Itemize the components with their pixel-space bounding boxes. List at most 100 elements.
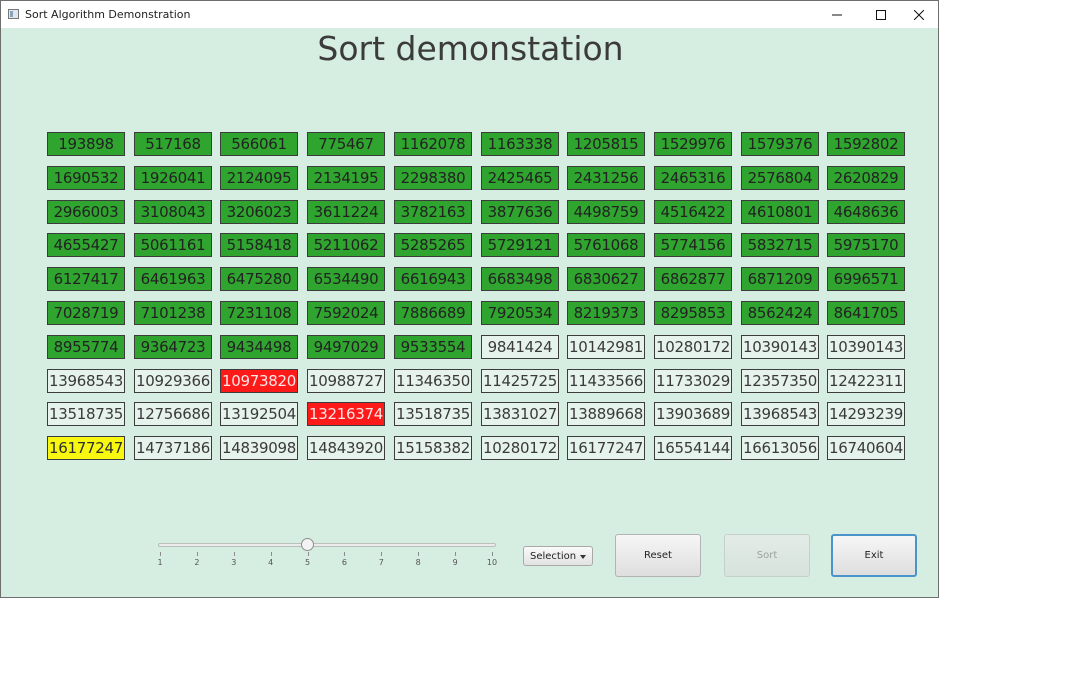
sort-button[interactable]: Sort [724,534,810,577]
grid-cell: 9434498 [220,335,298,359]
grid-cell: 775467 [307,132,385,156]
grid-cell: 13518735 [394,402,472,426]
grid-cell: 10280172 [654,335,732,359]
grid-cell: 12756686 [134,402,212,426]
minimize-button[interactable] [814,1,860,28]
grid-cell: 13968543 [741,402,819,426]
grid-cell: 1926041 [134,166,212,190]
grid-cell: 16554144 [654,436,732,460]
slider-tick-label: 3 [231,558,237,567]
slider-tick [344,552,346,556]
grid-cell: 7028719 [47,301,125,325]
grid-cell: 2134195 [307,166,385,190]
slider-tick-label: 5 [305,558,311,567]
grid-cell: 6461963 [134,267,212,291]
slider-track[interactable] [158,543,496,547]
grid-cell: 15158382 [394,436,472,460]
grid-cell: 6534490 [307,267,385,291]
grid-cell: 12357350 [741,369,819,393]
grid-cell: 12422311 [827,369,905,393]
grid-cell: 16177247 [47,436,125,460]
grid-cell: 4648636 [827,200,905,224]
grid-cell: 7231108 [220,301,298,325]
slider-tick [196,552,198,556]
grid-cell: 3108043 [134,200,212,224]
grid-cell: 4516422 [654,200,732,224]
slider-tick [492,552,493,556]
page-title: Sort demonstation [317,29,624,68]
slider-tick [233,552,235,556]
speed-slider[interactable]: 1 2 3 4 5 6 7 8 9 10 [157,537,498,573]
slider-tick-label: 9 [452,558,458,567]
grid-cell: 10390143 [827,335,905,359]
grid-cell: 5211062 [307,233,385,257]
grid-cell: 7920534 [481,301,559,325]
grid-cell: 2124095 [220,166,298,190]
algorithm-select-value: Selection [530,551,577,562]
grid-cell: 11433566 [567,369,645,393]
grid-cell: 13903689 [654,402,732,426]
grid-cell: 517168 [134,132,212,156]
grid-cell: 5832715 [741,233,819,257]
grid-cell: 5285265 [394,233,472,257]
grid-cell: 6862877 [654,267,732,291]
grid-cell: 13216374 [307,402,385,426]
close-button[interactable] [896,1,942,28]
slider-tick [418,552,420,556]
grid-cell: 13831027 [481,402,559,426]
grid-cell: 6996571 [827,267,905,291]
grid-cell: 16740604 [827,436,905,460]
grid-cell: 1592802 [827,132,905,156]
grid-cell: 16177247 [567,436,645,460]
grid-cell: 6683498 [481,267,559,291]
grid-cell: 5158418 [220,233,298,257]
grid-cell: 7592024 [307,301,385,325]
grid-cell: 4610801 [741,200,819,224]
grid-cell: 14737186 [134,436,212,460]
grid-cell: 10988727 [307,369,385,393]
grid-cell: 14839098 [220,436,298,460]
grid-cell: 10280172 [481,436,559,460]
grid-cell: 2620829 [827,166,905,190]
slider-tick-label: 7 [378,558,384,567]
grid-cell: 7886689 [394,301,472,325]
grid-cell: 6830627 [567,267,645,291]
grid-cell: 11733029 [654,369,732,393]
grid-cell: 5761068 [567,233,645,257]
grid-cell: 3782163 [394,200,472,224]
slider-tick-label: 2 [194,558,200,567]
app-icon [8,9,19,19]
grid-cell: 9364723 [134,335,212,359]
grid-cell: 6616943 [394,267,472,291]
grid-cell: 1690532 [47,166,125,190]
grid-cell: 6475280 [220,267,298,291]
slider-tick-label: 4 [268,558,274,567]
grid-cell: 1579376 [741,132,819,156]
grid-cell: 2298380 [394,166,472,190]
grid-cell: 10973820 [220,369,298,393]
chevron-down-icon [580,555,586,559]
grid-cell: 8562424 [741,301,819,325]
grid-cell: 13192504 [220,402,298,426]
grid-cell: 3206023 [220,200,298,224]
title-bar[interactable]: Sort Algorithm Demonstration [1,1,938,28]
grid-cell: 2431256 [567,166,645,190]
reset-button[interactable]: Reset [615,534,701,577]
algorithm-select[interactable]: Selection [523,546,593,566]
grid-cell: 5774156 [654,233,732,257]
slider-tick [307,552,309,556]
window-title: Sort Algorithm Demonstration [25,8,191,21]
grid-cell: 10142981 [567,335,645,359]
grid-cell: 1162078 [394,132,472,156]
grid-cell: 5975170 [827,233,905,257]
grid-cell: 6127417 [47,267,125,291]
grid-cell: 14293239 [827,402,905,426]
grid-cell: 2576804 [741,166,819,190]
grid-cell: 9497029 [307,335,385,359]
grid-cell: 1163338 [481,132,559,156]
grid-cell: 2465316 [654,166,732,190]
slider-thumb[interactable] [301,538,315,551]
exit-button[interactable]: Exit [831,534,917,577]
slider-tick [455,552,457,556]
grid-cell: 10390143 [741,335,819,359]
